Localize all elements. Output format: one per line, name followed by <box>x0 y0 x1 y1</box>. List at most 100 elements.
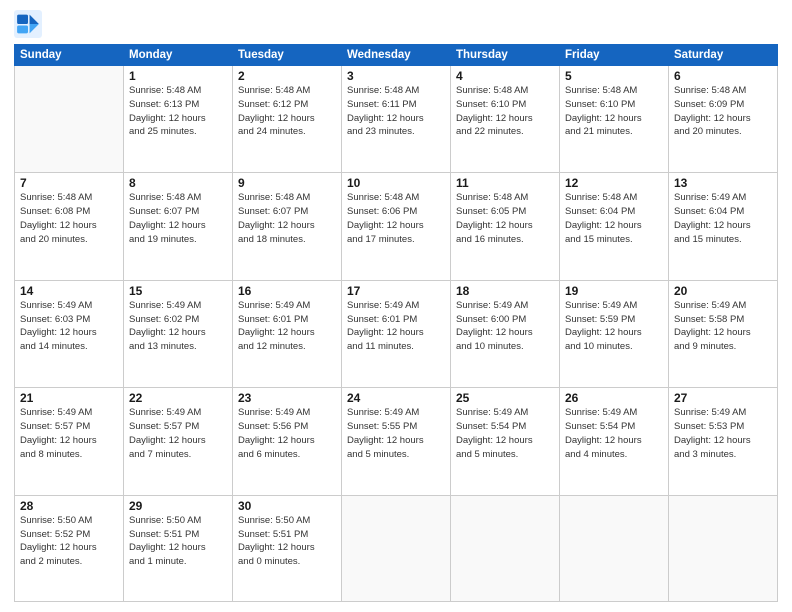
day-info: Sunrise: 5:48 AMSunset: 6:11 PMDaylight:… <box>347 84 445 139</box>
cal-cell: 5Sunrise: 5:48 AMSunset: 6:10 PMDaylight… <box>560 66 669 173</box>
day-info: Sunrise: 5:49 AMSunset: 5:54 PMDaylight:… <box>456 406 554 461</box>
cal-cell: 17Sunrise: 5:49 AMSunset: 6:01 PMDayligh… <box>342 280 451 387</box>
day-info: Sunrise: 5:48 AMSunset: 6:10 PMDaylight:… <box>456 84 554 139</box>
day-info: Sunrise: 5:48 AMSunset: 6:10 PMDaylight:… <box>565 84 663 139</box>
day-info: Sunrise: 5:49 AMSunset: 6:04 PMDaylight:… <box>674 191 772 246</box>
cal-cell: 11Sunrise: 5:48 AMSunset: 6:05 PMDayligh… <box>451 173 560 280</box>
cal-cell: 3Sunrise: 5:48 AMSunset: 6:11 PMDaylight… <box>342 66 451 173</box>
day-info: Sunrise: 5:49 AMSunset: 6:01 PMDaylight:… <box>238 299 336 354</box>
cal-cell <box>560 495 669 601</box>
day-info: Sunrise: 5:49 AMSunset: 5:53 PMDaylight:… <box>674 406 772 461</box>
day-info: Sunrise: 5:48 AMSunset: 6:05 PMDaylight:… <box>456 191 554 246</box>
weekday-header-thursday: Thursday <box>451 45 560 66</box>
day-info: Sunrise: 5:49 AMSunset: 5:59 PMDaylight:… <box>565 299 663 354</box>
cal-cell <box>451 495 560 601</box>
calendar-table: SundayMondayTuesdayWednesdayThursdayFrid… <box>14 44 778 602</box>
logo <box>14 10 46 38</box>
day-info: Sunrise: 5:48 AMSunset: 6:07 PMDaylight:… <box>238 191 336 246</box>
day-info: Sunrise: 5:49 AMSunset: 6:02 PMDaylight:… <box>129 299 227 354</box>
day-number: 5 <box>565 69 663 83</box>
day-info: Sunrise: 5:49 AMSunset: 5:54 PMDaylight:… <box>565 406 663 461</box>
week-row-2: 7Sunrise: 5:48 AMSunset: 6:08 PMDaylight… <box>15 173 778 280</box>
day-number: 22 <box>129 391 227 405</box>
day-number: 18 <box>456 284 554 298</box>
cal-cell: 28Sunrise: 5:50 AMSunset: 5:52 PMDayligh… <box>15 495 124 601</box>
cal-cell: 19Sunrise: 5:49 AMSunset: 5:59 PMDayligh… <box>560 280 669 387</box>
day-number: 30 <box>238 499 336 513</box>
weekday-header-tuesday: Tuesday <box>233 45 342 66</box>
cal-cell: 27Sunrise: 5:49 AMSunset: 5:53 PMDayligh… <box>669 388 778 495</box>
weekday-header-row: SundayMondayTuesdayWednesdayThursdayFrid… <box>15 45 778 66</box>
day-info: Sunrise: 5:48 AMSunset: 6:07 PMDaylight:… <box>129 191 227 246</box>
cal-cell: 9Sunrise: 5:48 AMSunset: 6:07 PMDaylight… <box>233 173 342 280</box>
day-number: 2 <box>238 69 336 83</box>
cal-cell: 23Sunrise: 5:49 AMSunset: 5:56 PMDayligh… <box>233 388 342 495</box>
day-info: Sunrise: 5:49 AMSunset: 6:00 PMDaylight:… <box>456 299 554 354</box>
day-number: 19 <box>565 284 663 298</box>
cal-cell: 6Sunrise: 5:48 AMSunset: 6:09 PMDaylight… <box>669 66 778 173</box>
day-info: Sunrise: 5:49 AMSunset: 5:56 PMDaylight:… <box>238 406 336 461</box>
day-number: 6 <box>674 69 772 83</box>
day-number: 9 <box>238 176 336 190</box>
weekday-header-wednesday: Wednesday <box>342 45 451 66</box>
cal-cell: 22Sunrise: 5:49 AMSunset: 5:57 PMDayligh… <box>124 388 233 495</box>
day-info: Sunrise: 5:50 AMSunset: 5:52 PMDaylight:… <box>20 514 118 569</box>
week-row-3: 14Sunrise: 5:49 AMSunset: 6:03 PMDayligh… <box>15 280 778 387</box>
cal-cell: 24Sunrise: 5:49 AMSunset: 5:55 PMDayligh… <box>342 388 451 495</box>
day-number: 26 <box>565 391 663 405</box>
cal-cell: 20Sunrise: 5:49 AMSunset: 5:58 PMDayligh… <box>669 280 778 387</box>
day-number: 7 <box>20 176 118 190</box>
cal-cell: 13Sunrise: 5:49 AMSunset: 6:04 PMDayligh… <box>669 173 778 280</box>
cal-cell: 4Sunrise: 5:48 AMSunset: 6:10 PMDaylight… <box>451 66 560 173</box>
cal-cell: 8Sunrise: 5:48 AMSunset: 6:07 PMDaylight… <box>124 173 233 280</box>
cal-cell: 26Sunrise: 5:49 AMSunset: 5:54 PMDayligh… <box>560 388 669 495</box>
day-number: 28 <box>20 499 118 513</box>
day-info: Sunrise: 5:48 AMSunset: 6:13 PMDaylight:… <box>129 84 227 139</box>
weekday-header-monday: Monday <box>124 45 233 66</box>
day-info: Sunrise: 5:50 AMSunset: 5:51 PMDaylight:… <box>238 514 336 569</box>
weekday-header-friday: Friday <box>560 45 669 66</box>
day-number: 3 <box>347 69 445 83</box>
cal-cell: 25Sunrise: 5:49 AMSunset: 5:54 PMDayligh… <box>451 388 560 495</box>
day-number: 21 <box>20 391 118 405</box>
day-number: 8 <box>129 176 227 190</box>
day-number: 20 <box>674 284 772 298</box>
week-row-1: 1Sunrise: 5:48 AMSunset: 6:13 PMDaylight… <box>15 66 778 173</box>
cal-cell: 18Sunrise: 5:49 AMSunset: 6:00 PMDayligh… <box>451 280 560 387</box>
cal-cell <box>669 495 778 601</box>
calendar: SundayMondayTuesdayWednesdayThursdayFrid… <box>14 44 778 602</box>
day-info: Sunrise: 5:49 AMSunset: 6:03 PMDaylight:… <box>20 299 118 354</box>
day-number: 10 <box>347 176 445 190</box>
cal-cell: 29Sunrise: 5:50 AMSunset: 5:51 PMDayligh… <box>124 495 233 601</box>
day-info: Sunrise: 5:48 AMSunset: 6:09 PMDaylight:… <box>674 84 772 139</box>
day-info: Sunrise: 5:49 AMSunset: 5:55 PMDaylight:… <box>347 406 445 461</box>
cal-cell: 12Sunrise: 5:48 AMSunset: 6:04 PMDayligh… <box>560 173 669 280</box>
cal-cell <box>342 495 451 601</box>
day-number: 17 <box>347 284 445 298</box>
cal-cell: 7Sunrise: 5:48 AMSunset: 6:08 PMDaylight… <box>15 173 124 280</box>
cal-cell: 2Sunrise: 5:48 AMSunset: 6:12 PMDaylight… <box>233 66 342 173</box>
day-info: Sunrise: 5:49 AMSunset: 5:57 PMDaylight:… <box>129 406 227 461</box>
day-info: Sunrise: 5:49 AMSunset: 5:57 PMDaylight:… <box>20 406 118 461</box>
day-number: 29 <box>129 499 227 513</box>
cal-cell: 21Sunrise: 5:49 AMSunset: 5:57 PMDayligh… <box>15 388 124 495</box>
day-info: Sunrise: 5:48 AMSunset: 6:12 PMDaylight:… <box>238 84 336 139</box>
day-number: 11 <box>456 176 554 190</box>
week-row-5: 28Sunrise: 5:50 AMSunset: 5:52 PMDayligh… <box>15 495 778 601</box>
week-row-4: 21Sunrise: 5:49 AMSunset: 5:57 PMDayligh… <box>15 388 778 495</box>
day-number: 12 <box>565 176 663 190</box>
day-number: 23 <box>238 391 336 405</box>
day-info: Sunrise: 5:48 AMSunset: 6:08 PMDaylight:… <box>20 191 118 246</box>
day-info: Sunrise: 5:49 AMSunset: 6:01 PMDaylight:… <box>347 299 445 354</box>
day-info: Sunrise: 5:49 AMSunset: 5:58 PMDaylight:… <box>674 299 772 354</box>
day-info: Sunrise: 5:48 AMSunset: 6:04 PMDaylight:… <box>565 191 663 246</box>
page: SundayMondayTuesdayWednesdayThursdayFrid… <box>0 0 792 612</box>
day-number: 1 <box>129 69 227 83</box>
day-number: 4 <box>456 69 554 83</box>
cal-cell: 30Sunrise: 5:50 AMSunset: 5:51 PMDayligh… <box>233 495 342 601</box>
day-number: 15 <box>129 284 227 298</box>
cal-cell: 1Sunrise: 5:48 AMSunset: 6:13 PMDaylight… <box>124 66 233 173</box>
day-number: 25 <box>456 391 554 405</box>
day-info: Sunrise: 5:50 AMSunset: 5:51 PMDaylight:… <box>129 514 227 569</box>
cal-cell: 16Sunrise: 5:49 AMSunset: 6:01 PMDayligh… <box>233 280 342 387</box>
